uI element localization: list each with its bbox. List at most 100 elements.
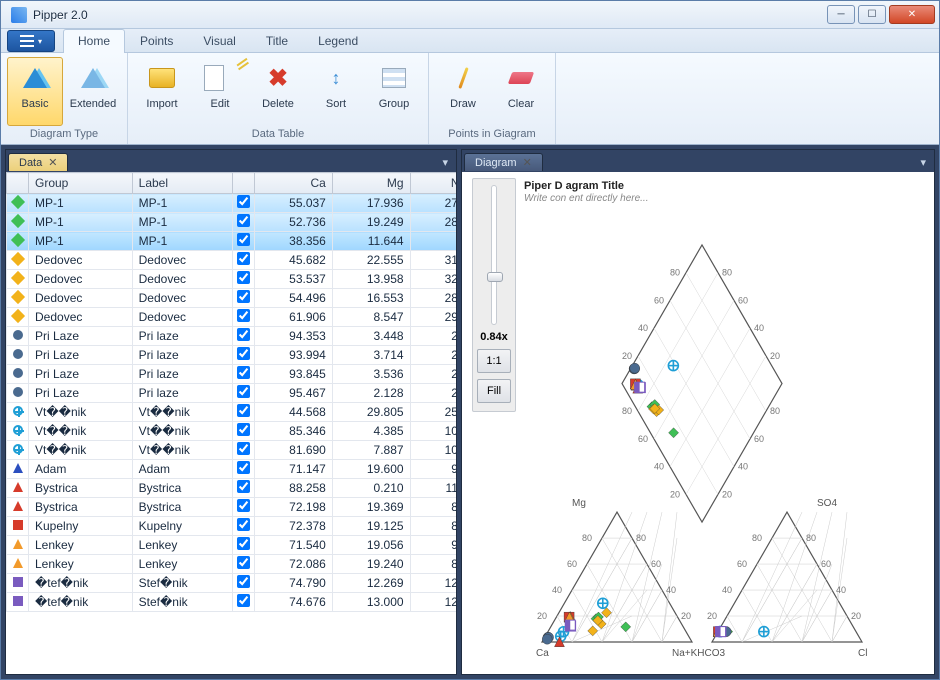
row-visible-checkbox[interactable] [237, 537, 250, 550]
column-icon[interactable] [7, 173, 29, 194]
table-row[interactable]: LenkeyLenkey72.08619.2408.6740.151 [7, 555, 457, 574]
sort-button[interactable]: Sort [308, 57, 364, 126]
row-visible-checkbox[interactable] [237, 252, 250, 265]
table-row[interactable]: Pri LazePri laze94.3533.4482.1994.993 [7, 327, 457, 346]
table-row[interactable]: BystricaBystrica72.19819.3698.4330.244 [7, 498, 457, 517]
row-visible-checkbox[interactable] [237, 461, 250, 474]
row-visible-checkbox[interactable] [237, 233, 250, 246]
row-visible-checkbox[interactable] [237, 480, 250, 493]
table-row[interactable]: Pri LazePri laze95.4672.1282.4055.497 [7, 384, 457, 403]
cell-group: Pri Laze [29, 327, 133, 346]
svg-text:60: 60 [567, 559, 577, 569]
zoom-1to1-button[interactable]: 1:1 [477, 349, 511, 373]
table-row[interactable]: MP-1MP-155.03717.93627.0272.372 [7, 194, 457, 213]
zoom-fill-button[interactable]: Fill [477, 379, 511, 403]
table-row[interactable]: MP-1MP-138.35611.64450.06.468 [7, 232, 457, 251]
table-row[interactable]: DedovecDedovec53.53713.95832.5055.407 [7, 270, 457, 289]
column-ca[interactable]: Ca [255, 173, 333, 194]
file-menu-button[interactable]: ▾ [7, 30, 55, 52]
row-visible-checkbox[interactable] [237, 499, 250, 512]
close-button[interactable]: ✕ [889, 5, 935, 24]
row-visible-checkbox[interactable] [237, 518, 250, 531]
ribbon-tab-legend[interactable]: Legend [303, 29, 373, 53]
cell-label: Stef�nik [132, 574, 233, 593]
ribbon-tab-home[interactable]: Home [63, 29, 125, 53]
cell-nak: 9.404 [410, 536, 456, 555]
row-visible-checkbox[interactable] [237, 575, 250, 588]
extended-button[interactable]: Extended [65, 57, 121, 126]
close-tab-icon[interactable]: ✕ [523, 156, 532, 169]
ribbon-tab-visual[interactable]: Visual [188, 29, 250, 53]
zoom-thumb[interactable] [487, 272, 503, 282]
data-tab[interactable]: Data ✕ [8, 153, 68, 171]
edit-button[interactable]: Edit [192, 57, 248, 126]
column-chk[interactable] [233, 173, 255, 194]
row-visible-checkbox[interactable] [237, 556, 250, 569]
table-row[interactable]: BystricaBystrica88.2580.21011.5320.174 [7, 479, 457, 498]
table-row[interactable]: Pri LazePri laze93.9943.7142.2934.820 [7, 346, 457, 365]
row-visible-checkbox[interactable] [237, 404, 250, 417]
diagram-tab[interactable]: Diagram ✕ [464, 153, 543, 171]
cell-mg: 19.240 [332, 555, 410, 574]
table-row[interactable]: DedovecDedovec54.49616.55328.9512.514 [7, 289, 457, 308]
cell-label: Dedovec [132, 251, 233, 270]
close-tab-icon[interactable]: ✕ [48, 156, 57, 169]
panel-menu-icon[interactable]: ▾ [914, 156, 932, 169]
draw-button[interactable]: Draw [435, 57, 491, 126]
point-crosscircle-icon [13, 406, 23, 416]
column-group[interactable]: Group [29, 173, 133, 194]
table-row[interactable]: Vt��nikVt��nik81.6907.88710.4231.592 [7, 441, 457, 460]
row-visible-checkbox[interactable] [237, 594, 250, 607]
row-visible-checkbox[interactable] [237, 290, 250, 303]
row-visible-checkbox[interactable] [237, 195, 250, 208]
clear-button[interactable]: Clear [493, 57, 549, 126]
row-visible-checkbox[interactable] [237, 214, 250, 227]
diagram-title-block[interactable]: Piper D agram Title Write con ent direct… [524, 180, 649, 204]
zoom-slider[interactable] [491, 185, 497, 325]
basic-button[interactable]: Basic [7, 57, 63, 126]
maximize-button[interactable]: ☐ [858, 5, 886, 24]
minimize-button[interactable]: ─ [827, 5, 855, 24]
cell-label: MP-1 [132, 194, 233, 213]
row-visible-checkbox[interactable] [237, 328, 250, 341]
table-row[interactable]: Vt��nikVt��nik44.56829.80525.62730.560 [7, 403, 457, 422]
diagram-canvas[interactable]: Piper D agram Title Write con ent direct… [462, 172, 934, 674]
column-mg[interactable]: Mg [332, 173, 410, 194]
table-row[interactable]: Vt��nikVt��nik85.3464.38510.2691.405 [7, 422, 457, 441]
app-icon [11, 7, 27, 23]
row-visible-checkbox[interactable] [237, 309, 250, 322]
row-visible-checkbox[interactable] [237, 271, 250, 284]
column-nak[interactable]: Na+K [410, 173, 456, 194]
panel-menu-icon[interactable]: ▾ [436, 156, 454, 169]
data-grid-scroll[interactable]: GroupLabelCaMgNa+KCl MP-1MP-155.03717.93… [6, 172, 456, 674]
group-label: Data Table [134, 126, 422, 142]
table-row[interactable]: AdamAdam71.14719.6009.2530.130 [7, 460, 457, 479]
ribbon-tab-points[interactable]: Points [125, 29, 188, 53]
table-row[interactable]: DedovecDedovec61.9068.54729.5463.466 [7, 308, 457, 327]
group-button[interactable]: Group [366, 57, 422, 126]
table-row[interactable]: KupelnyKupelny72.37819.1258.4960.261 [7, 517, 457, 536]
table-row[interactable]: �tef�nikStef�nik74.67613.00012.3351.704 [7, 593, 457, 612]
table-row[interactable]: Pri LazePri laze93.8453.5362.6195.262 [7, 365, 457, 384]
row-visible-checkbox[interactable] [237, 385, 250, 398]
table-row[interactable]: LenkeyLenkey71.54019.0569.4040.238 [7, 536, 457, 555]
column-label[interactable]: Label [132, 173, 233, 194]
table-row[interactable]: MP-1MP-152.73619.24928.0164.888 [7, 213, 457, 232]
ribbon-group: BasicExtendedDiagram Type [1, 53, 128, 144]
row-visible-checkbox[interactable] [237, 442, 250, 455]
table-row[interactable]: �tef�nikStef�nik74.79012.26912.9411.983 [7, 574, 457, 593]
svg-text:40: 40 [836, 585, 846, 595]
zoom-value: 0.84x [480, 331, 508, 343]
cell-mg: 19.056 [332, 536, 410, 555]
delete-button[interactable]: ✖Delete [250, 57, 306, 126]
table-row[interactable]: DedovecDedovec45.68222.55531.7633.462 [7, 251, 457, 270]
cell-ca: 72.198 [255, 498, 333, 517]
ribbon-tab-title[interactable]: Title [251, 29, 303, 53]
row-visible-checkbox[interactable] [237, 423, 250, 436]
cell-nak: 2.293 [410, 346, 456, 365]
svg-text:60: 60 [754, 434, 764, 444]
row-visible-checkbox[interactable] [237, 347, 250, 360]
cell-group: Dedovec [29, 270, 133, 289]
import-button[interactable]: Import [134, 57, 190, 126]
row-visible-checkbox[interactable] [237, 366, 250, 379]
